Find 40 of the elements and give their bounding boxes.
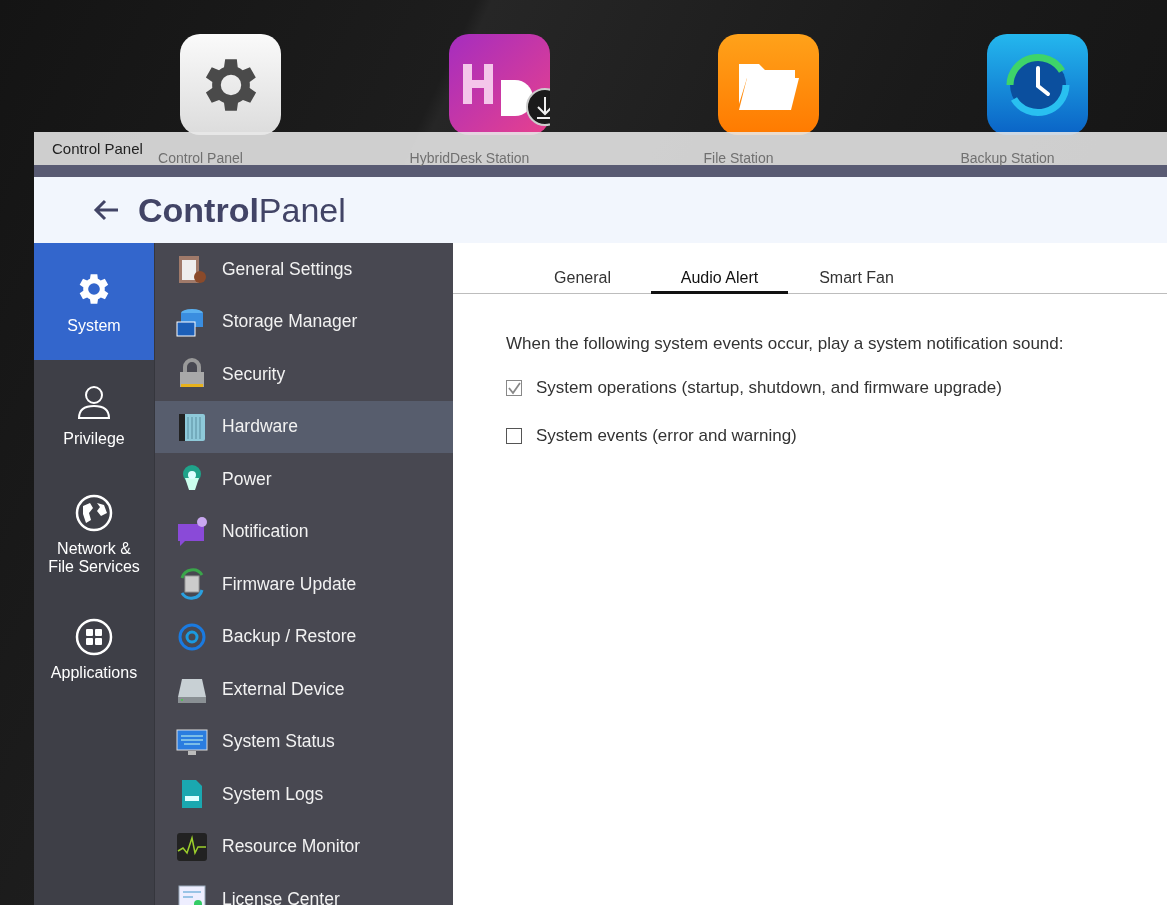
- menu-item[interactable]: System Logs: [155, 768, 453, 821]
- app-title: ControlPanel: [138, 190, 346, 230]
- window-title: Control Panel: [52, 140, 143, 157]
- menu-item[interactable]: Security: [155, 348, 453, 401]
- category-item[interactable]: Applications: [34, 600, 154, 700]
- tab[interactable]: Smart Fan: [788, 269, 925, 294]
- globe-icon: [75, 494, 113, 532]
- menu-item[interactable]: Resource Monitor: [155, 820, 453, 873]
- menu-item[interactable]: System Status: [155, 715, 453, 768]
- app-label: Backup Station: [959, 150, 1056, 166]
- checkbox[interactable]: [506, 380, 522, 396]
- menu-item[interactable]: Power: [155, 453, 453, 506]
- tab[interactable]: General: [514, 269, 651, 294]
- menu-item[interactable]: General Settings: [155, 243, 453, 296]
- back-button[interactable]: [92, 198, 120, 222]
- menu-item[interactable]: External Device: [155, 663, 453, 716]
- menu-item[interactable]: Storage Manager: [155, 295, 453, 348]
- category-item[interactable]: System: [34, 243, 154, 360]
- apps-icon: [75, 618, 113, 656]
- message-icon: [176, 515, 208, 548]
- tab[interactable]: Audio Alert: [651, 269, 788, 294]
- intro-text: When the following system events occur, play a system notification sound:: [506, 333, 1065, 354]
- app-tile[interactable]: [987, 34, 1088, 135]
- menu-item[interactable]: Firmware Update: [155, 558, 453, 611]
- app-tile[interactable]: [180, 34, 281, 135]
- menu-item[interactable]: Notification: [155, 505, 453, 558]
- option-label: System operations (startup, shutdown, and firmware upgrade): [536, 378, 1002, 398]
- category-item[interactable]: Privilege: [34, 360, 154, 470]
- menu-item[interactable]: Backup / Restore: [155, 610, 453, 663]
- checkbox[interactable]: [506, 428, 522, 444]
- menu-item[interactable]: License Center: [155, 873, 453, 905]
- app-tile[interactable]: [449, 34, 550, 135]
- category-item[interactable]: Network & File Services: [34, 470, 154, 600]
- option-label: System events (error and warning): [536, 426, 797, 446]
- app-tile[interactable]: [718, 34, 819, 135]
- app-label: HybridDesk Station: [408, 150, 531, 166]
- app-label: Control Panel: [157, 150, 244, 166]
- app-label: File Station: [702, 150, 775, 166]
- heartbeat-icon: [176, 830, 208, 863]
- menu-item[interactable]: Hardware: [155, 400, 453, 453]
